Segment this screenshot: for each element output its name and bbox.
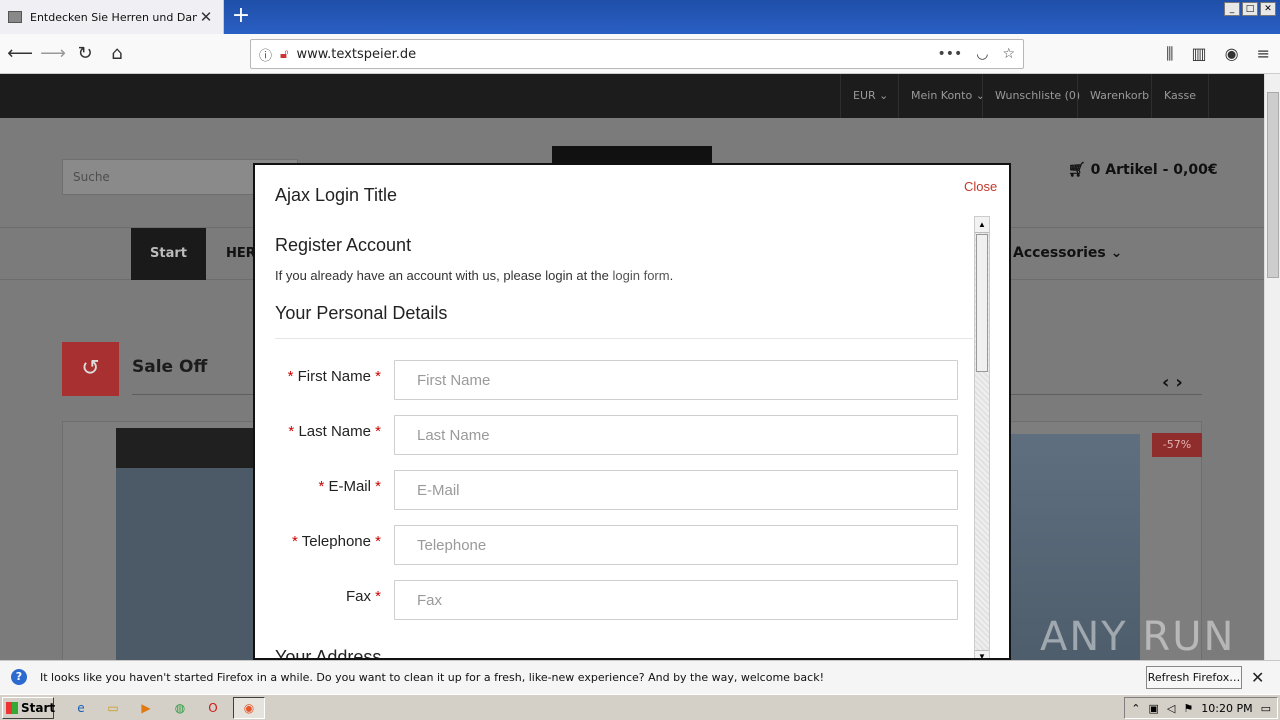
email-label: * E-Mail *: [318, 478, 381, 495]
telephone-input[interactable]: [394, 525, 958, 565]
carousel-arrows[interactable]: ‹›: [1162, 372, 1189, 393]
reload-icon[interactable]: ↻: [70, 39, 100, 69]
modal-title: Ajax Login Title: [275, 185, 398, 205]
home-icon[interactable]: ⌂: [102, 39, 132, 69]
section-divider: [275, 338, 973, 339]
window-controls: _ □ ✕: [1224, 2, 1276, 16]
navigation-toolbar: ⟵ ⟶ ↻ ⌂ ⓘ 🔓︎ www.textspeier.de ••• ◡ ☆ ⫼…: [0, 34, 1280, 74]
opera-icon[interactable]: O: [204, 699, 222, 717]
email-input[interactable]: [394, 470, 958, 510]
telephone-label: * Telephone *: [292, 533, 381, 550]
scroll-up-icon[interactable]: ▲: [975, 217, 989, 233]
restore-button[interactable]: □: [1242, 2, 1258, 16]
form-row-fax: Fax *: [275, 580, 960, 620]
form-row-email: * E-Mail *: [275, 470, 960, 510]
account-icon[interactable]: ◉: [1225, 44, 1239, 64]
url-text[interactable]: www.textspeier.de: [296, 47, 937, 62]
form-row-telephone: * Telephone *: [275, 525, 960, 565]
anyrun-watermark: ANY RUN: [1040, 614, 1236, 660]
address-bar[interactable]: ⓘ 🔓︎ www.textspeier.de ••• ◡ ☆: [250, 39, 1024, 69]
page-favicon-icon: [8, 11, 22, 23]
top-strip: EUR ⌄ Mein Konto ⌄ Wunschliste (0) Waren…: [0, 74, 1264, 118]
modal-body: Register Account If you already have an …: [275, 225, 973, 660]
first-name-input[interactable]: [394, 360, 958, 400]
product-image-jeans[interactable]: [116, 428, 254, 660]
clock[interactable]: 10:20 PM: [1201, 702, 1252, 715]
first-name-label: * First Name *: [287, 368, 381, 385]
scroll-down-icon[interactable]: ▼: [975, 650, 989, 658]
scroll-thumb[interactable]: [976, 234, 988, 372]
cart-summary[interactable]: 🛒︎ 0 Artikel - 0,00€: [1068, 162, 1218, 178]
show-desktop-icon[interactable]: ▭: [1261, 702, 1271, 715]
checkout-link[interactable]: Kasse: [1151, 74, 1209, 118]
close-notification-icon[interactable]: ✕: [1251, 668, 1264, 687]
firefox-icon: ◉: [243, 701, 255, 715]
fax-label: Fax *: [345, 588, 381, 605]
menu-accessories[interactable]: Accessories ⌄: [1013, 245, 1122, 261]
media-player-icon[interactable]: ▶: [137, 699, 155, 717]
taskbar-firefox-button[interactable]: ◉: [233, 697, 265, 719]
register-title: Register Account: [275, 235, 412, 255]
sidebar-icon[interactable]: ▥: [1192, 44, 1207, 64]
bookmark-star-icon[interactable]: ☆: [1002, 46, 1015, 62]
question-icon: ?: [11, 669, 27, 685]
page-scrollbar[interactable]: [1264, 74, 1280, 660]
minimize-button[interactable]: _: [1224, 2, 1240, 16]
start-button[interactable]: Start: [2, 697, 55, 719]
close-window-button[interactable]: ✕: [1260, 2, 1276, 16]
address-title: Your Address: [275, 647, 382, 660]
modal-close-link[interactable]: Close: [964, 179, 997, 194]
register-intro: If you already have an account with us, …: [275, 268, 674, 283]
last-name-input[interactable]: [394, 415, 958, 455]
wishlist-link[interactable]: Wunschliste (0): [982, 74, 1092, 118]
flag-notification-icon[interactable]: ⚑: [1183, 702, 1193, 715]
tray-expand-icon[interactable]: ⌃: [1131, 702, 1140, 715]
sale-clock-icon: ↺: [62, 342, 119, 396]
pocket-icon[interactable]: ◡: [976, 46, 988, 62]
modal-scrollbar[interactable]: ▲ ▼: [974, 216, 990, 658]
browser-tab[interactable]: Entdecken Sie Herren und Damen ✕: [0, 0, 224, 34]
cart-link[interactable]: Warenkorb: [1077, 74, 1161, 118]
notification-message: It looks like you haven't started Firefo…: [40, 671, 824, 684]
sale-title: Sale Off: [132, 357, 208, 377]
login-form-link[interactable]: login form: [613, 268, 670, 283]
new-tab-button[interactable]: +: [228, 4, 254, 30]
folder-icon[interactable]: ▭: [104, 699, 122, 717]
windows-taskbar: Start e ▭ ▶ ◍ O ◉ ⌃ ▣ ◁ ⚑ 10:20 PM ▭: [0, 694, 1280, 720]
close-tab-icon[interactable]: ✕: [197, 8, 215, 26]
forward-icon[interactable]: ⟶: [38, 39, 68, 69]
tab-title: Entdecken Sie Herren und Damen: [30, 10, 197, 24]
fax-input[interactable]: [394, 580, 958, 620]
refresh-notification-bar: ? It looks like you haven't started Fire…: [0, 660, 1280, 694]
system-tray: ⌃ ▣ ◁ ⚑ 10:20 PM ▭: [1124, 697, 1278, 719]
chrome-icon[interactable]: ◍: [171, 699, 189, 717]
last-name-label: * Last Name *: [288, 423, 381, 440]
insecure-lock-icon: 🔓︎: [280, 46, 289, 62]
library-icon[interactable]: ⫼: [1166, 44, 1173, 64]
menu-icon[interactable]: ≡: [1257, 44, 1270, 64]
info-icon[interactable]: ⓘ: [259, 45, 272, 64]
refresh-firefox-button[interactable]: Refresh Firefox…: [1146, 666, 1242, 689]
menu-start[interactable]: Start: [131, 228, 206, 280]
toolbar-right: ⫼ ▥ ◉ ≡: [1166, 44, 1270, 64]
discount-badge: -57%: [1152, 433, 1202, 457]
form-row-last-name: * Last Name *: [275, 415, 960, 455]
volume-icon[interactable]: ◁: [1167, 702, 1175, 715]
ie-icon[interactable]: e: [72, 699, 90, 717]
form-row-first-name: * First Name *: [275, 360, 960, 400]
personal-details-title: Your Personal Details: [275, 303, 448, 323]
menu-her[interactable]: HER: [226, 246, 256, 261]
currency-select[interactable]: EUR ⌄: [840, 74, 900, 118]
back-icon[interactable]: ⟵: [5, 39, 35, 69]
login-modal: Ajax Login Title Close Register Account …: [253, 163, 1011, 660]
network-icon[interactable]: ▣: [1149, 702, 1159, 715]
cart-icon: 🛒︎: [1068, 162, 1091, 178]
windows-flag-icon: [6, 702, 18, 714]
page-actions-icon[interactable]: •••: [937, 46, 962, 62]
